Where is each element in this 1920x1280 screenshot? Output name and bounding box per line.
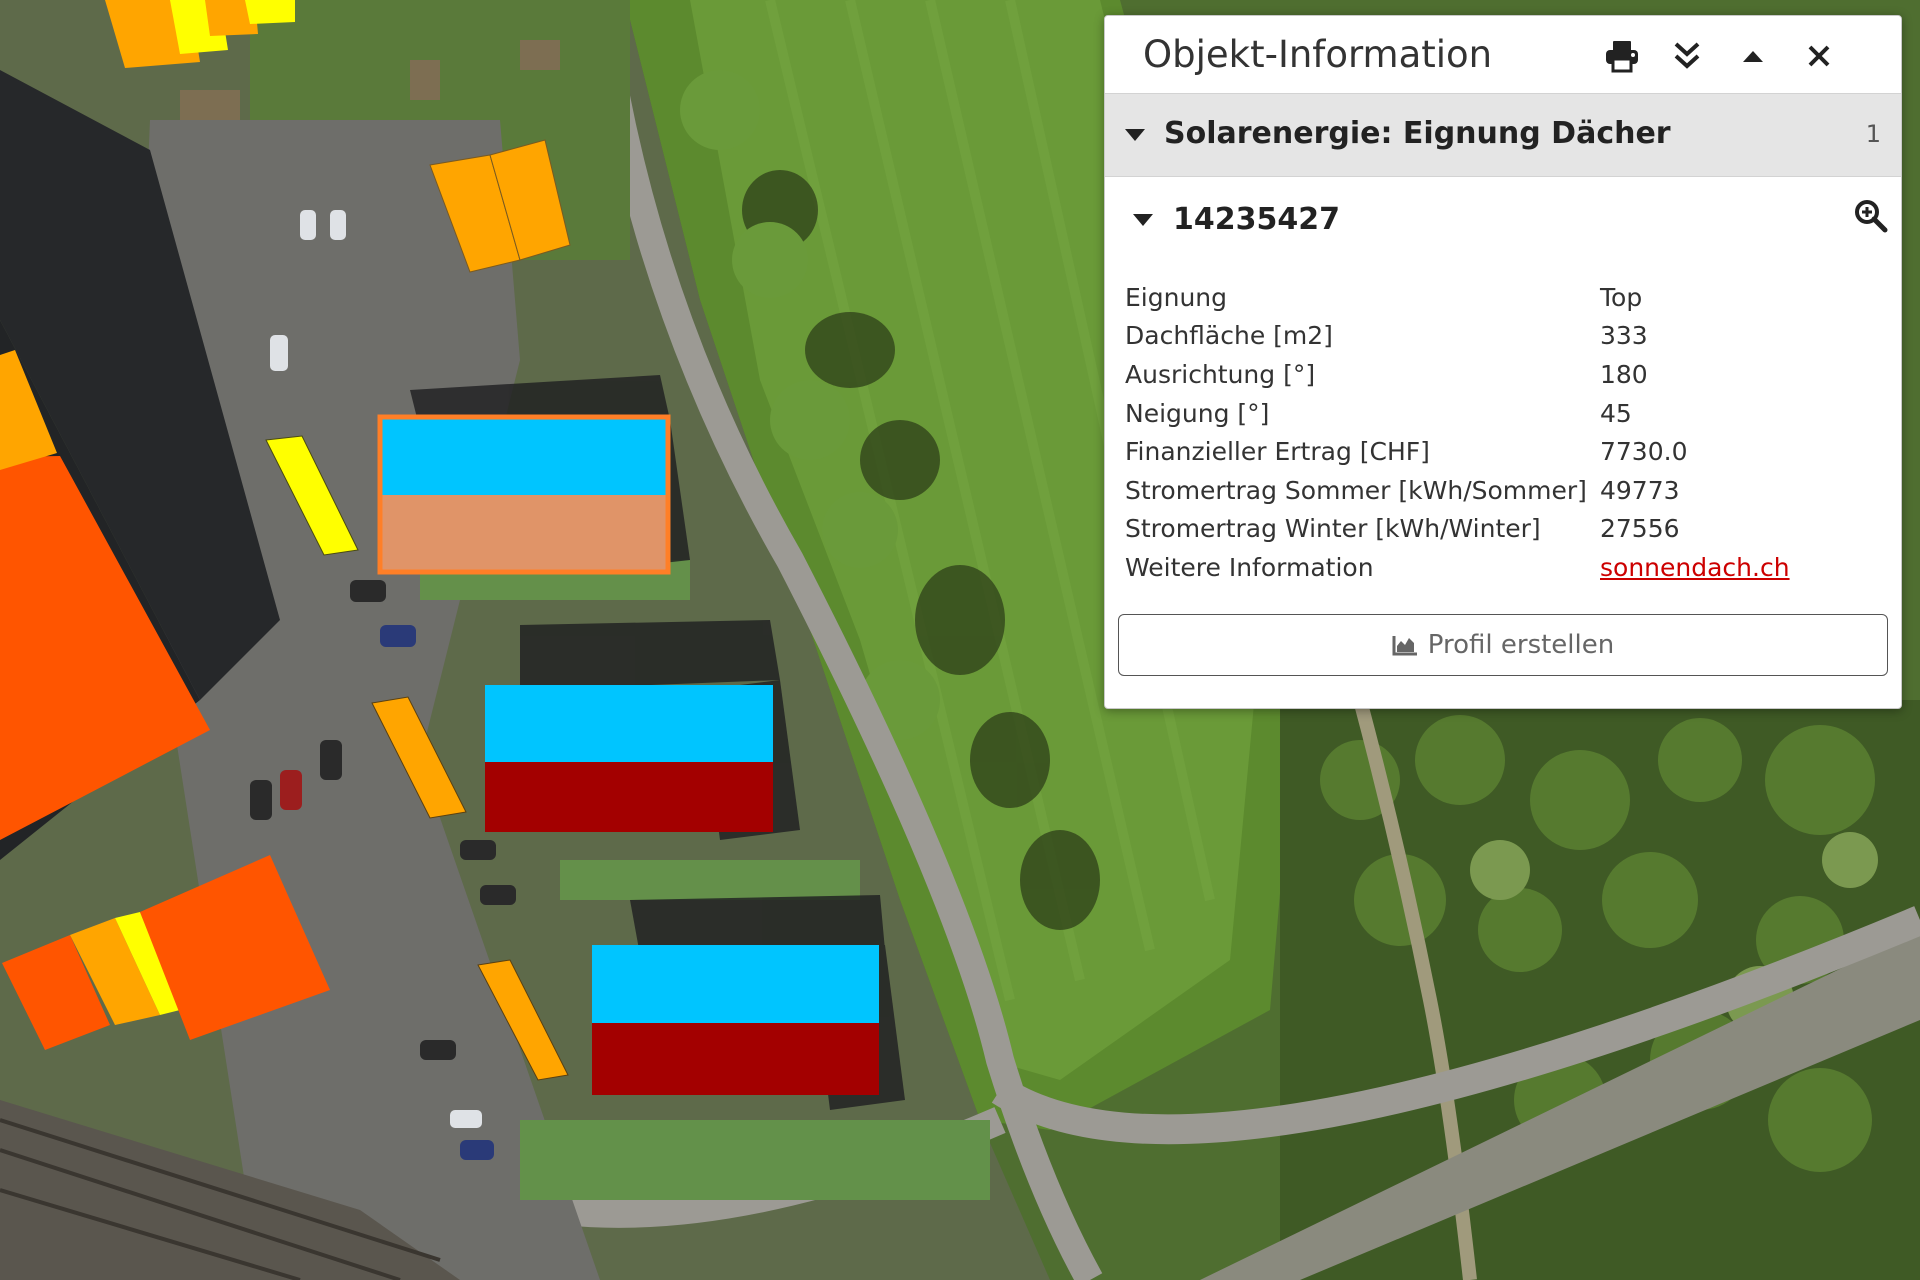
print-button[interactable] xyxy=(1602,36,1642,76)
attribute-key: Eignung xyxy=(1125,282,1228,312)
attribute-value: 27556 xyxy=(1600,514,1680,544)
roof-building-middle[interactable] xyxy=(485,685,773,832)
attribute-row: Weitere Information sonnendach.ch xyxy=(1125,548,1790,587)
attribute-row: Stromertrag Sommer [kWh/Sommer] 49773 xyxy=(1125,471,1790,510)
layer-title: Solarenergie: Eignung Dächer xyxy=(1164,116,1671,151)
attribute-row: Stromertrag Winter [kWh/Winter] 27556 xyxy=(1125,510,1790,549)
attribute-value: 49773 xyxy=(1600,475,1680,505)
close-button[interactable] xyxy=(1799,36,1839,76)
attribute-row: Dachfläche [m2] 333 xyxy=(1125,317,1790,356)
attribute-value: 7730.0 xyxy=(1600,437,1688,467)
feature-id: 14235427 xyxy=(1173,202,1340,237)
panel-header: Objekt-Information xyxy=(1105,16,1901,92)
attribute-key: Dachfläche [m2] xyxy=(1125,321,1333,351)
attribute-key: Neigung [°] xyxy=(1125,398,1270,428)
attribute-table: Eignung Top Dachfläche [m2] 333 Ausricht… xyxy=(1125,278,1790,587)
double-chevron-down-icon xyxy=(1674,42,1700,69)
attribute-value: 45 xyxy=(1600,398,1632,428)
zoom-in-icon[interactable] xyxy=(1853,198,1889,234)
attribute-key: Weitere Information xyxy=(1125,552,1374,582)
attribute-key: Ausrichtung [°] xyxy=(1125,359,1316,389)
attribute-key: Stromertrag Winter [kWh/Winter] xyxy=(1125,514,1541,544)
create-profile-button[interactable]: Profil erstellen xyxy=(1118,614,1888,676)
attribute-row: Ausrichtung [°] 180 xyxy=(1125,355,1790,394)
attribute-row: Eignung Top xyxy=(1125,278,1790,317)
close-icon xyxy=(1808,45,1830,67)
caret-down-icon xyxy=(1125,129,1145,141)
layer-group-header[interactable]: Solarenergie: Eignung Dächer 1 xyxy=(1105,93,1901,177)
collapse-all-button[interactable] xyxy=(1667,36,1707,76)
attribute-key: Finanzieller Ertrag [CHF] xyxy=(1125,437,1430,467)
roof-building-south[interactable] xyxy=(592,945,879,1095)
create-profile-label: Profil erstellen xyxy=(1427,630,1615,660)
minimize-button[interactable] xyxy=(1733,36,1773,76)
attribute-row: Neigung [°] 45 xyxy=(1125,394,1790,433)
attribute-value: 333 xyxy=(1600,321,1648,351)
roof-selected-14235427[interactable] xyxy=(377,414,671,575)
caret-up-icon xyxy=(1743,51,1763,62)
attribute-value: Top xyxy=(1600,282,1643,312)
object-info-panel: Objekt-Information Solarenergie: Eignung… xyxy=(1104,15,1902,709)
feature-header[interactable]: 14235427 xyxy=(1105,178,1901,250)
attribute-value-cell: sonnendach.ch xyxy=(1600,548,1790,587)
sonnendach-link[interactable]: sonnendach.ch xyxy=(1600,553,1790,582)
print-icon xyxy=(1606,41,1638,73)
attribute-key: Stromertrag Sommer [kWh/Sommer] xyxy=(1125,475,1587,505)
caret-down-icon xyxy=(1133,214,1153,226)
area-chart-icon xyxy=(1392,636,1417,656)
panel-title: Objekt-Information xyxy=(1143,33,1493,76)
layer-feature-count: 1 xyxy=(1865,120,1881,148)
attribute-value: 180 xyxy=(1600,359,1648,389)
attribute-row: Finanzieller Ertrag [CHF] 7730.0 xyxy=(1125,432,1790,471)
